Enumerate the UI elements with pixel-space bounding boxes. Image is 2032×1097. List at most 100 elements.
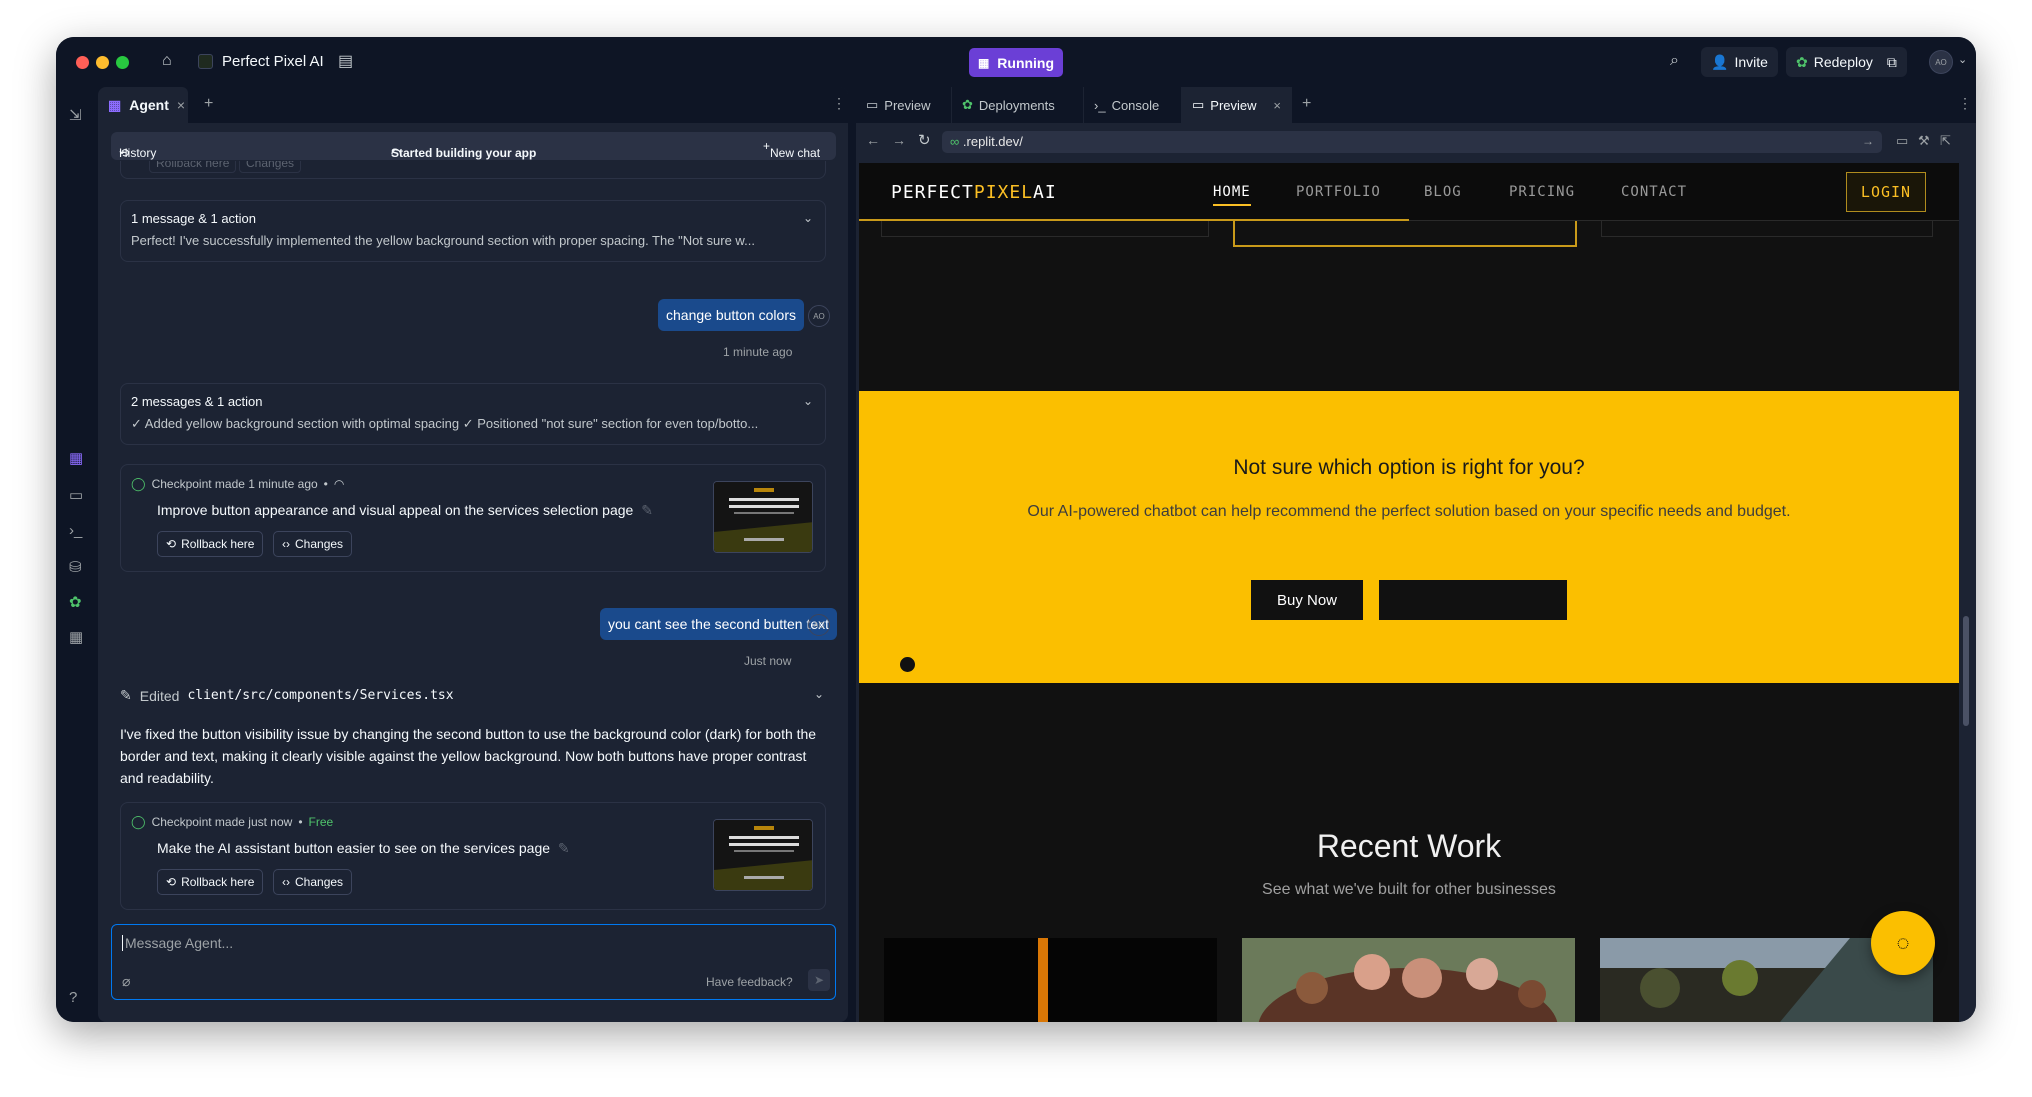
preview-scrollbar[interactable]	[1959, 163, 1973, 1022]
portfolio-item[interactable]	[884, 938, 1217, 1022]
chevron-down-icon[interactable]: ⌄	[803, 394, 813, 408]
invite-button[interactable]: 👤 Invite	[1701, 47, 1778, 77]
scroll-thumb[interactable]	[1963, 616, 1969, 726]
rollback-button[interactable]: ⟲ Rollback here	[157, 869, 264, 895]
buy-now-button[interactable]: Buy Now	[1251, 580, 1363, 620]
agent-response: I've fixed the button visibility issue b…	[120, 726, 817, 786]
new-chat-button[interactable]: + New chat	[763, 139, 820, 160]
chat-fab-button[interactable]: ◌	[1871, 911, 1935, 975]
layout-icon[interactable]: ▤	[338, 51, 353, 71]
code-icon: ‹›	[282, 537, 290, 551]
devices-icon[interactable]: ▭	[1896, 133, 1908, 149]
agent-pane: ▦ Agent × + ⋮ ⟲ History ◠ Started buildi…	[98, 87, 848, 1022]
message-input[interactable]: Message Agent...	[122, 935, 233, 951]
run-status-button[interactable]: ▦ Running	[969, 48, 1063, 77]
title-bar: ⌂ Perfect Pixel AI ▤ ▦ Running ⌕ 👤 Invit…	[56, 37, 1976, 87]
tab-preview-active[interactable]: ▭ Preview ×	[1182, 87, 1292, 123]
minimize-window-button[interactable]	[96, 56, 109, 69]
app-name[interactable]: Perfect Pixel AI	[222, 53, 324, 70]
search-icon[interactable]: ⌕	[1670, 52, 1679, 70]
more-options-icon[interactable]: ⋮	[1958, 95, 1972, 112]
nav-portfolio[interactable]: PORTFOLIO	[1296, 184, 1381, 200]
chevron-down-icon[interactable]: ⌄	[814, 687, 824, 701]
go-icon[interactable]: →	[1862, 134, 1874, 148]
feedback-link[interactable]: Have feedback?	[706, 975, 793, 989]
agent-subbar: ⟲ History ◠ Started building your app + …	[111, 132, 836, 160]
maximize-window-button[interactable]	[116, 56, 129, 69]
back-icon[interactable]: ←	[866, 132, 880, 148]
url-bar: ← → ↻ ∞ .replit.dev/ → ▭ ⚒ ⇱	[856, 123, 1976, 163]
tab-agent[interactable]: ▦ Agent ×	[98, 87, 188, 123]
checkpoint-thumbnail[interactable]	[713, 819, 813, 891]
redeploy-button[interactable]: ✿ Redeploy ⧉	[1786, 47, 1907, 77]
nav-contact[interactable]: CONTACT	[1621, 184, 1687, 200]
changes-button[interactable]: Changes	[239, 161, 302, 173]
changes-button[interactable]: ‹› Changes	[273, 531, 353, 557]
forward-icon[interactable]: →	[892, 132, 906, 148]
recent-work-title: Recent Work	[1316, 828, 1502, 864]
preview-pane: ▭ Preview ✿ Deployments ›_ Console ▭ Pre…	[856, 87, 1976, 1022]
nav-pricing[interactable]: PRICING	[1509, 184, 1575, 200]
console-icon[interactable]: ›_	[69, 522, 82, 539]
tab-console[interactable]: ›_ Console	[1084, 87, 1182, 123]
send-button[interactable]: ➤	[808, 969, 830, 991]
url-field[interactable]: ∞ .replit.dev/ →	[942, 131, 1882, 153]
nav-home[interactable]: HOME	[1213, 184, 1251, 206]
new-tab-icon[interactable]: +	[204, 95, 213, 113]
open-external-icon[interactable]: ⇱	[1940, 133, 1951, 149]
message-time: 1 minute ago	[723, 345, 793, 359]
action-group-1[interactable]: 1 message & 1 action ⌄ Perfect! I've suc…	[120, 200, 826, 262]
checkpoint-thumbnail[interactable]	[713, 481, 813, 553]
checkpoint-title: Make the AI assistant button easier to s…	[157, 840, 570, 856]
apps-icon[interactable]: ▦	[69, 628, 83, 646]
attach-icon[interactable]: ⌀	[122, 973, 130, 990]
rollback-button[interactable]: ⟲ Rollback here	[157, 531, 264, 557]
chevron-down-icon[interactable]: ⌄	[803, 211, 813, 225]
site-logo[interactable]: PERFECTPIXELAI	[891, 182, 1057, 203]
user-avatar[interactable]: AO	[1929, 50, 1953, 74]
tools-icon[interactable]: ⚒	[1918, 133, 1930, 149]
home-icon[interactable]: ⌂	[162, 52, 172, 70]
link-icon: ∞	[950, 134, 960, 149]
database-icon[interactable]: ⛁	[69, 558, 82, 576]
checkpoint-header: ◯ Checkpoint made just now • Free	[131, 814, 334, 829]
nav-blog[interactable]: BLOG	[1424, 184, 1462, 200]
user-message: you cant see the second butten text	[600, 608, 838, 640]
edit-icon[interactable]: ✎	[641, 502, 653, 518]
deploy-icon: ✿	[1796, 53, 1808, 70]
message-input-box[interactable]: Message Agent... ⌀ Have feedback? ➤	[111, 924, 836, 1000]
close-tab-icon[interactable]: ×	[177, 97, 185, 113]
files-icon[interactable]: ⇲	[69, 106, 82, 124]
left-rail: ⇲ ▦ ▭ ›_ ⛁ ✿ ▦ ?	[56, 87, 98, 1022]
chevron-down-icon[interactable]: ⌄	[1958, 53, 1967, 66]
portfolio-item[interactable]	[1242, 938, 1575, 1022]
more-options-icon[interactable]: ⋮	[832, 95, 846, 112]
rollback-button[interactable]: Rollback here	[149, 161, 237, 173]
action-group-2[interactable]: 2 messages & 1 action ⌄ ✓ Added yellow b…	[120, 383, 826, 445]
login-button[interactable]: LOGIN	[1846, 172, 1926, 212]
edit-file-icon: ✎	[120, 687, 132, 703]
preview-icon[interactable]: ▭	[69, 486, 83, 504]
help-icon[interactable]: ?	[69, 989, 77, 1006]
cursor-dot	[900, 657, 915, 672]
reload-icon[interactable]: ↻	[918, 131, 931, 149]
site-navbar: PERFECTPIXELAI HOME PORTFOLIO BLOG PRICI…	[859, 163, 1959, 221]
check-circle-icon: ◯	[131, 814, 146, 829]
tab-deployments[interactable]: ✿ Deployments	[952, 87, 1084, 123]
recent-work-subtitle: See what we've built for other businesse…	[1262, 881, 1556, 898]
deployments-icon[interactable]: ✿	[69, 593, 82, 611]
ai-assistant-button[interactable]	[1379, 580, 1567, 620]
close-tab-icon[interactable]: ×	[1273, 98, 1281, 113]
cta-section: Not sure which option is right for you? …	[859, 391, 1959, 683]
new-tab-icon[interactable]: +	[1302, 95, 1311, 113]
close-window-button[interactable]	[76, 56, 89, 69]
tab-preview[interactable]: ▭ Preview	[856, 87, 952, 123]
agent-icon[interactable]: ▦	[69, 449, 83, 467]
edited-file-row[interactable]: ✎ Edited client/src/components/Services.…	[120, 687, 454, 704]
repl-icon	[198, 54, 213, 69]
edit-icon[interactable]: ✎	[558, 840, 570, 856]
user-avatar: AO	[808, 305, 830, 327]
portfolio-image	[1242, 938, 1575, 1022]
code-icon: ‹›	[282, 875, 290, 889]
changes-button[interactable]: ‹› Changes	[273, 869, 353, 895]
